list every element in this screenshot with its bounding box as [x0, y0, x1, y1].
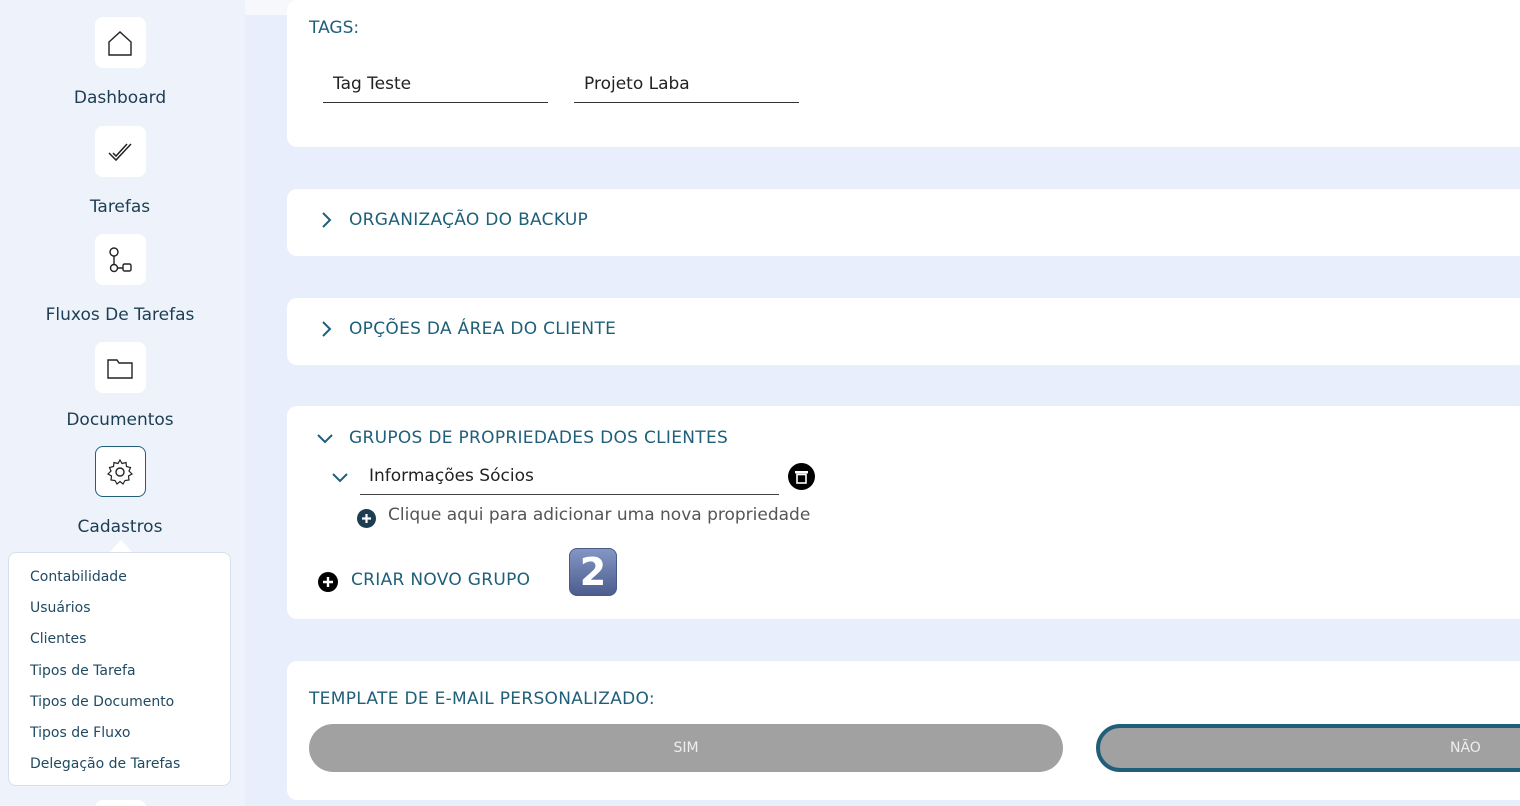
- nav-documentos[interactable]: Documentos: [0, 342, 240, 430]
- backup-section[interactable]: ORGANIZAÇÃO DO BACKUP: [287, 189, 1520, 256]
- chevron-right-icon: [322, 212, 332, 228]
- tag-input[interactable]: Projeto Laba: [574, 74, 799, 103]
- client-area-section[interactable]: OPÇÕES DA ÁREA DO CLIENTE: [287, 298, 1520, 365]
- nav-cadastros[interactable]: Cadastros: [0, 446, 240, 537]
- nav-label: Cadastros: [77, 517, 163, 537]
- plus-circle-icon[interactable]: [357, 509, 376, 528]
- tags-label: TAGS:: [309, 18, 360, 38]
- nav-label: Documentos: [66, 410, 174, 430]
- home-icon: [94, 17, 146, 68]
- nav-next-icon[interactable]: [95, 800, 146, 806]
- nav-dashboard[interactable]: Dashboard: [0, 17, 240, 108]
- submenu-item-clientes[interactable]: Clientes: [9, 628, 230, 659]
- chevron-down-icon[interactable]: [317, 430, 333, 446]
- submenu-item-contabilidade[interactable]: Contabilidade: [9, 566, 230, 597]
- cadastros-submenu: Contabilidade Usuários Clientes Tipos de…: [8, 552, 231, 786]
- section-title: ORGANIZAÇÃO DO BACKUP: [349, 210, 589, 230]
- tag-input[interactable]: Tag Teste: [323, 74, 548, 103]
- section-title: OPÇÕES DA ÁREA DO CLIENTE: [349, 319, 617, 339]
- property-groups-section: GRUPOS DE PROPRIEDADES DOS CLIENTES Info…: [287, 406, 1520, 619]
- chevron-down-icon[interactable]: [332, 469, 348, 485]
- plus-circle-icon[interactable]: [318, 572, 338, 592]
- nav-label: Tarefas: [89, 197, 151, 217]
- trash-icon[interactable]: [788, 463, 815, 490]
- email-template-label: TEMPLATE DE E-MAIL PERSONALIZADO:: [309, 689, 655, 709]
- folder-icon: [94, 342, 146, 393]
- group-name-input[interactable]: Informações Sócios: [360, 465, 779, 495]
- number-badge: 2: [569, 548, 617, 596]
- toggle-no-button[interactable]: NÃO: [1096, 724, 1520, 772]
- checkmark-icon: [94, 126, 146, 177]
- submenu-item-tipos-tarefa[interactable]: Tipos de Tarefa: [9, 660, 230, 691]
- workflow-icon: [94, 234, 146, 285]
- add-property-link[interactable]: Clique aqui para adicionar uma nova prop…: [388, 505, 810, 525]
- nav-label: Dashboard: [73, 88, 167, 108]
- sidebar: Dashboard Tarefas Fluxos De Tarefas Docu…: [0, 0, 245, 806]
- nav-fluxos[interactable]: Fluxos De Tarefas: [0, 234, 240, 325]
- submenu-item-tipos-fluxo[interactable]: Tipos de Fluxo: [9, 722, 230, 753]
- create-group-button[interactable]: CRIAR NOVO GRUPO: [351, 570, 530, 590]
- submenu-item-usuarios[interactable]: Usuários: [9, 597, 230, 628]
- nav-label: Fluxos De Tarefas: [45, 305, 195, 325]
- toggle-yes-button[interactable]: SIM: [309, 724, 1063, 772]
- section-title: GRUPOS DE PROPRIEDADES DOS CLIENTES: [349, 428, 729, 448]
- submenu-item-delegacao[interactable]: Delegação de Tarefas: [9, 753, 230, 784]
- submenu-item-tipos-documento[interactable]: Tipos de Documento: [9, 691, 230, 722]
- gear-icon: [94, 446, 146, 497]
- nav-tarefas[interactable]: Tarefas: [0, 126, 240, 217]
- chevron-right-icon: [322, 321, 332, 337]
- tags-card: TAGS: Tag Teste Projeto Laba: [287, 0, 1520, 147]
- email-template-section: TEMPLATE DE E-MAIL PERSONALIZADO: SIM NÃ…: [287, 661, 1520, 800]
